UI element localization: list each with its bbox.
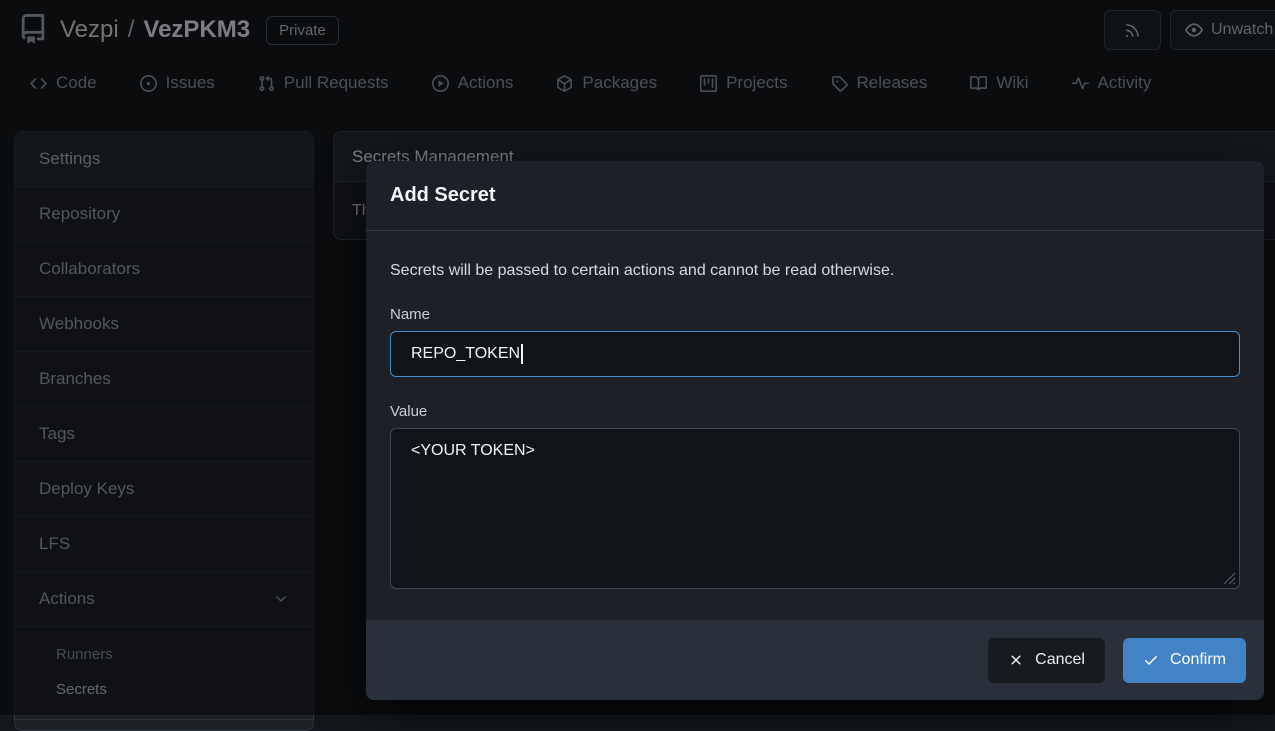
confirm-label: Confirm <box>1170 651 1226 669</box>
check-icon <box>1143 652 1159 668</box>
modal-body: Secrets will be passed to certain action… <box>366 231 1264 589</box>
cancel-label: Cancel <box>1035 651 1085 669</box>
close-icon <box>1008 652 1024 668</box>
resize-handle[interactable] <box>1223 572 1236 585</box>
modal-header: Add Secret <box>366 161 1264 231</box>
modal-message: Secrets will be passed to certain action… <box>390 262 1240 280</box>
secret-value-text: <YOUR TOKEN> <box>411 442 535 459</box>
secret-value-textarea[interactable]: <YOUR TOKEN> <box>390 428 1240 589</box>
name-field-label: Name <box>390 306 1240 323</box>
secret-name-value: REPO_TOKEN <box>411 345 520 363</box>
text-cursor <box>521 344 523 364</box>
confirm-button[interactable]: Confirm <box>1123 638 1246 683</box>
modal-title: Add Secret <box>390 184 496 207</box>
value-field-label: Value <box>390 403 1240 420</box>
modal-footer: Cancel Confirm <box>366 620 1264 700</box>
add-secret-modal: Add Secret Secrets will be passed to cer… <box>366 161 1264 700</box>
secret-name-input[interactable]: REPO_TOKEN <box>390 331 1240 377</box>
cancel-button[interactable]: Cancel <box>988 638 1105 683</box>
